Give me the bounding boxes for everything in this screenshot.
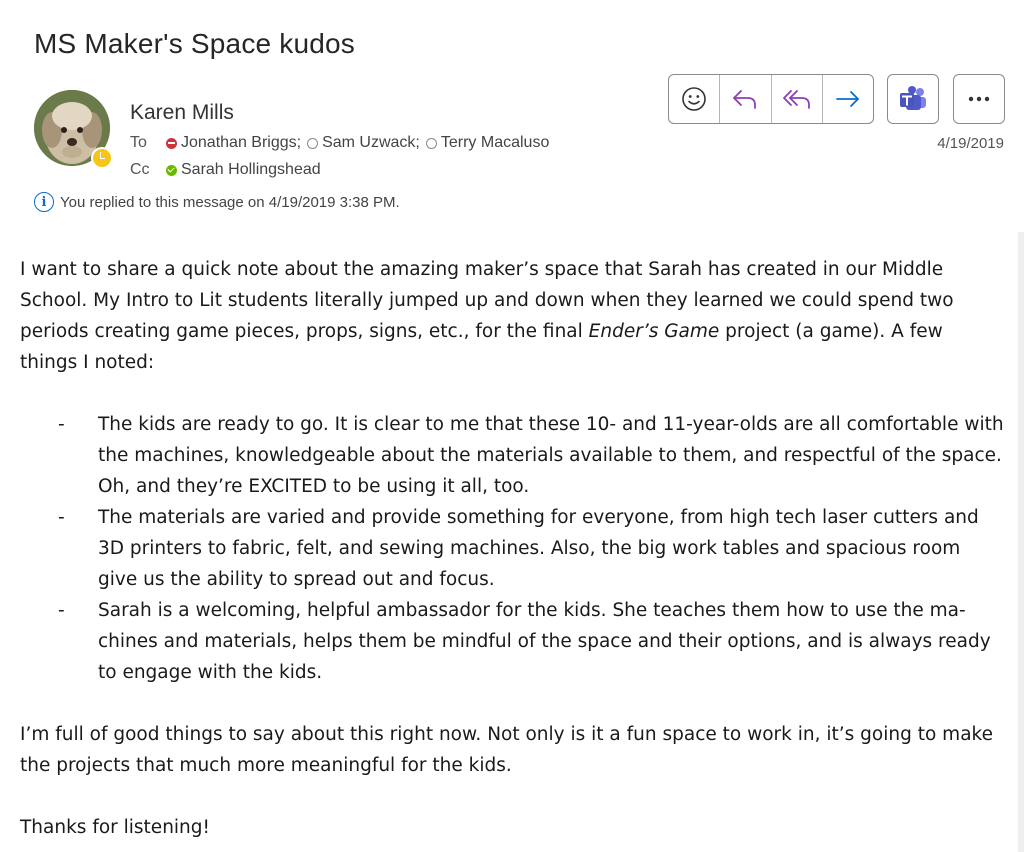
reply-button[interactable] bbox=[720, 75, 772, 123]
message-body: I want to share a quick note about the a… bbox=[20, 254, 1005, 843]
emoji-icon bbox=[682, 87, 706, 111]
scrollbar[interactable] bbox=[1018, 232, 1024, 852]
message-date: 4/19/2019 bbox=[937, 135, 1004, 152]
forward-button[interactable] bbox=[823, 75, 873, 123]
forward-icon bbox=[835, 91, 859, 107]
recipient[interactable]: Sam Uzwack; bbox=[307, 134, 420, 152]
list-item: - The kids are ready to go. It is clear t… bbox=[20, 409, 1005, 502]
presence-away-icon bbox=[91, 147, 113, 169]
list-item-text: Sarah is a welcoming, helpful ambassador… bbox=[98, 600, 991, 683]
emoji-button[interactable] bbox=[669, 75, 721, 123]
info-icon: i bbox=[34, 192, 54, 212]
reply-all-icon bbox=[782, 90, 810, 109]
bullet-dash: - bbox=[58, 600, 65, 621]
recipient[interactable]: Terry Macaluso bbox=[425, 134, 550, 152]
reply-all-button[interactable] bbox=[772, 75, 823, 123]
recipient-name: Sarah Hollingshead bbox=[181, 161, 321, 178]
teams-icon bbox=[900, 86, 926, 110]
list-item: - Sarah is a welcoming, helpful ambassado… bbox=[20, 595, 1005, 688]
list-item-text: The kids are ready to go. It is clear to… bbox=[98, 414, 1004, 497]
available-status-icon bbox=[166, 164, 177, 176]
recipient[interactable]: Jonathan Briggs; bbox=[166, 134, 301, 152]
more-icon bbox=[968, 96, 990, 102]
bullet-dash: - bbox=[58, 414, 65, 435]
list-item: - The materials are varied and provide so… bbox=[20, 502, 1005, 595]
reply-info-bar: i You replied to this message on 4/19/20… bbox=[34, 192, 400, 212]
to-label: To bbox=[130, 134, 147, 151]
teams-button[interactable] bbox=[887, 74, 939, 124]
offline-status-icon bbox=[425, 137, 437, 149]
recipient-name: Terry Macaluso bbox=[440, 134, 550, 151]
to-recipients: To Jonathan Briggs; Sam Uzwack; Terry Ma… bbox=[130, 134, 555, 152]
bullet-dash: - bbox=[58, 507, 65, 528]
sender-name[interactable]: Karen Mills bbox=[130, 101, 234, 125]
cc-recipients: Cc Sarah Hollingshead bbox=[130, 161, 327, 179]
bullet-list: - The kids are ready to go. It is clear t… bbox=[20, 409, 1005, 688]
email-subject: MS Maker's Space kudos bbox=[34, 28, 355, 59]
recipient-name: Jonathan Briggs; bbox=[181, 134, 302, 151]
body-paragraph: I want to share a quick note about the a… bbox=[20, 254, 1005, 378]
more-options-button[interactable] bbox=[953, 74, 1005, 124]
recipient[interactable]: Sarah Hollingshead bbox=[166, 161, 321, 179]
book-title: Ender’s Game bbox=[588, 321, 720, 342]
message-actions bbox=[668, 74, 874, 124]
body-paragraph: I’m full of good things to say about thi… bbox=[20, 724, 993, 776]
recipient-name: Sam Uzwack; bbox=[322, 134, 420, 151]
busy-status-icon bbox=[166, 137, 177, 149]
list-item-text: The materials are varied and provide som… bbox=[98, 507, 979, 590]
reply-info-text: You replied to this message on 4/19/2019… bbox=[60, 193, 400, 211]
closing-line: Thanks for listening! bbox=[20, 817, 210, 838]
offline-status-icon bbox=[307, 137, 319, 149]
cc-label: Cc bbox=[130, 161, 150, 178]
reply-icon bbox=[733, 90, 757, 109]
